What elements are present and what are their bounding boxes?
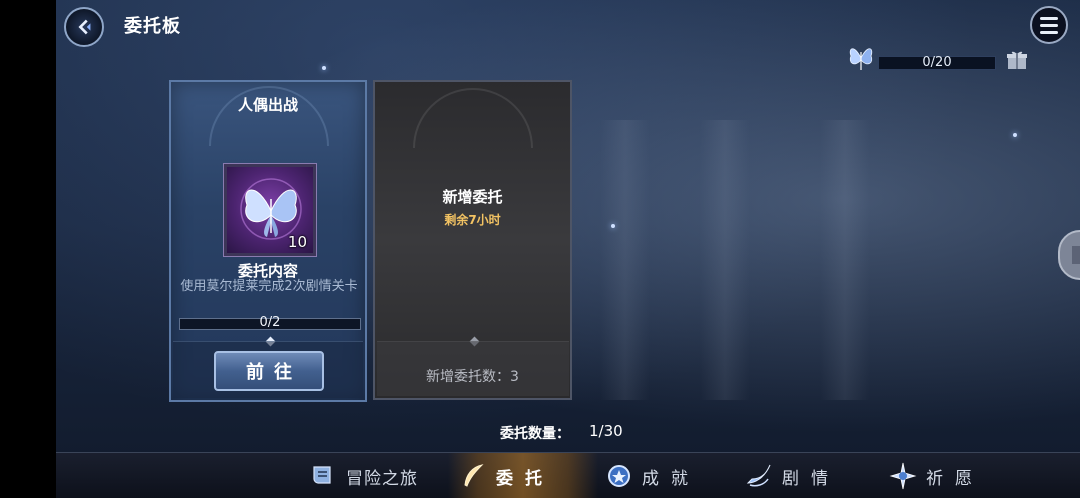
go-button[interactable]: 前往 [214,351,324,391]
menu-button[interactable] [1030,6,1068,44]
new-commission-count: 新增委托数：3 [426,369,519,385]
task-description: 使用莫尔提莱完成2次剧情关卡 [180,279,358,294]
nav-item-wish[interactable]: 祈愿 [888,453,984,498]
gift-icon[interactable] [1006,50,1028,70]
nav-label: 剧情 [782,468,840,489]
background-pillar [820,120,870,400]
commission-total-value: 1/30 [589,422,623,440]
page-title: 委托板 [124,16,181,37]
back-arrow-icon [78,19,91,35]
commission-total-label: 委托数量： [500,426,570,442]
sparkle [1013,133,1017,137]
card-arch-decoration [413,88,533,148]
nav-item-commission[interactable]: 委托 [448,453,598,498]
task-progress-text: 0/2 [259,315,281,330]
left-letterbox [0,0,56,498]
nav-item-adventure[interactable]: 冒险之旅 [308,453,418,498]
butterfly-icon [849,48,873,70]
nav-label: 冒险之旅 [346,468,418,489]
sparkle [322,66,326,70]
reward-count: 10 [287,233,307,251]
card-title: 人偶出战 [237,96,298,114]
menu-icon [1040,16,1058,20]
butterfly-progress: 0/20 [846,42,1036,76]
side-drawer-handle[interactable] [1058,230,1080,280]
bottom-nav: 冒险之旅 委托 成就 剧情 祈愿 [56,452,1080,498]
progress-text: 0/20 [922,55,952,70]
nav-item-story[interactable]: 剧情 [744,453,840,498]
nav-label: 委托 [496,468,554,489]
commission-card-locked: 新增委托 剩余7小时 新增委托数：3 [373,80,572,400]
nav-item-achievement[interactable]: 成就 [604,453,700,498]
commission-card-active[interactable]: 人偶出战 10 委托内容 使用莫尔提莱完成2次剧情关卡 0/2 前往 [169,80,367,402]
content-label: 委托内容 [237,262,298,280]
background-pillar [700,120,750,400]
sparkle [611,224,615,228]
nav-label: 祈愿 [926,468,984,489]
new-commission-title: 新增委托 [442,188,503,206]
scroll-icon [313,466,331,484]
back-button[interactable] [64,7,104,47]
medal-icon [608,465,630,487]
remaining-time: 剩余7小时 [444,213,501,227]
feather-icon [464,464,484,487]
reward-item[interactable]: 10 [224,164,316,256]
game-screen: 委托板 0/20 人偶出战 10 委托内容 使用莫尔提莱完成2次剧情关卡 0/2… [0,0,1080,498]
star-burst-icon [889,462,917,490]
wing-icon [746,464,771,487]
background-pillar [600,120,650,400]
nav-label: 成就 [642,468,700,489]
